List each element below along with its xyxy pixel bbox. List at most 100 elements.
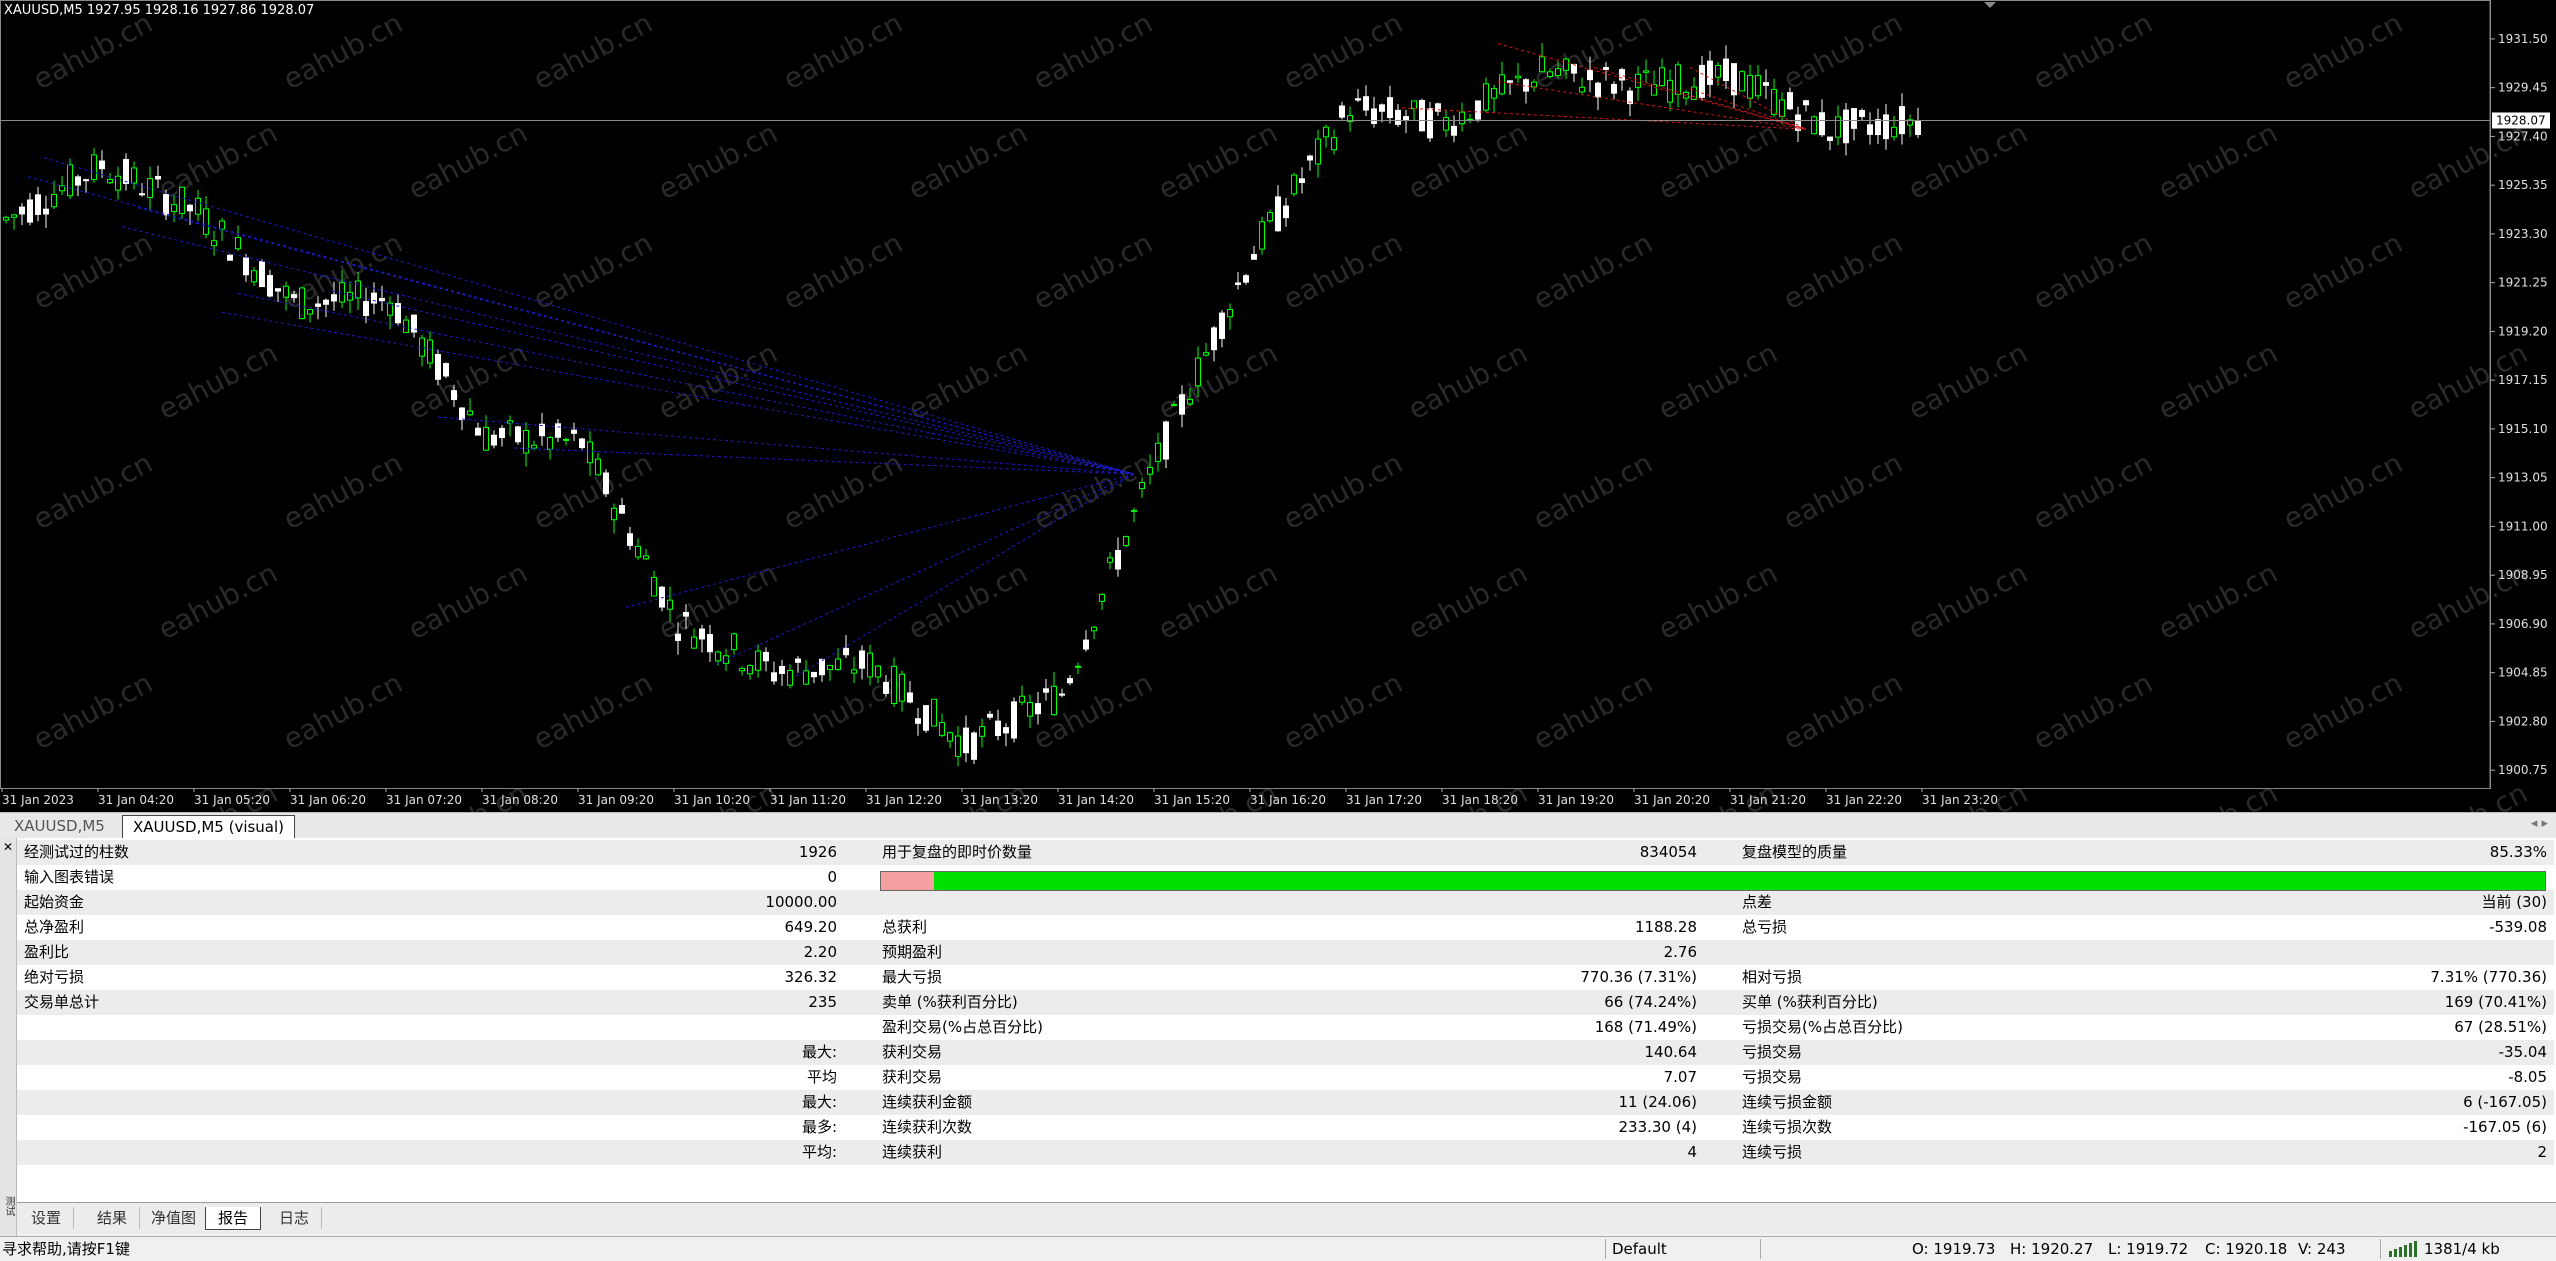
bull-candle bbox=[1331, 137, 1337, 151]
bear-candle bbox=[123, 159, 129, 185]
bear-candle bbox=[707, 634, 713, 653]
time-tick-label: 31 Jan 23:20 bbox=[1922, 793, 1998, 807]
watermark-text: eahub.cn bbox=[1653, 556, 1783, 646]
bear-candle bbox=[1451, 125, 1457, 136]
bull-candle bbox=[1291, 174, 1297, 195]
bull-candle bbox=[467, 410, 473, 416]
bull-candle bbox=[1539, 56, 1545, 73]
report-cell-v1: 649.20 bbox=[784, 918, 838, 936]
bear-candle bbox=[323, 299, 329, 305]
price-tick-label: 1929.45 bbox=[2498, 81, 2548, 95]
bull-candle bbox=[107, 178, 113, 184]
time-tick-label: 31 Jan 17:20 bbox=[1346, 793, 1422, 807]
bear-candle bbox=[923, 705, 929, 731]
status-traffic: 1381/4 kb bbox=[2424, 1240, 2500, 1258]
tab-results[interactable]: 结果 bbox=[85, 1207, 141, 1229]
price-tick-label: 1911.00 bbox=[2498, 519, 2548, 533]
status-profile[interactable]: Default bbox=[1612, 1239, 1667, 1259]
bull-candle bbox=[1203, 352, 1209, 356]
bull-candle bbox=[115, 175, 121, 191]
bull-candle bbox=[1771, 89, 1777, 115]
chart-tab-xauusd-visual[interactable]: XAUUSD,M5 (visual) bbox=[122, 815, 296, 838]
report-cell-v1: 平均 bbox=[806, 1068, 837, 1086]
bear-candle bbox=[1339, 105, 1345, 118]
tab-report[interactable]: 报告 bbox=[205, 1207, 262, 1230]
bull-candle bbox=[179, 186, 185, 214]
bull-candle bbox=[1643, 70, 1649, 73]
bear-candle bbox=[795, 658, 801, 663]
status-separator bbox=[2380, 1239, 2381, 1259]
tab-settings[interactable]: 设置 bbox=[19, 1207, 75, 1229]
bear-candle bbox=[459, 407, 465, 421]
report-cell-v1: 最多: bbox=[801, 1118, 837, 1136]
report-row: 平均 获利交易 7.07 亏损交易 -8.05 bbox=[17, 1065, 2554, 1090]
bear-candle bbox=[1387, 97, 1393, 118]
report-cell-v3: 85.33% bbox=[2489, 843, 2547, 861]
report-cell-v2: 11 (24.06) bbox=[1618, 1093, 1697, 1111]
bear-candle bbox=[1843, 109, 1849, 144]
bear-candle bbox=[1403, 116, 1409, 121]
bear-candle bbox=[1235, 282, 1241, 285]
report-row: 最大: 获利交易 140.64 亏损交易 -35.04 bbox=[17, 1040, 2554, 1065]
bear-candle bbox=[1067, 678, 1073, 684]
bear-candle bbox=[1587, 69, 1593, 81]
report-cell-v3: -35.04 bbox=[2498, 1043, 2547, 1061]
bull-candle bbox=[219, 220, 225, 230]
bull-candle bbox=[595, 458, 601, 476]
report-cell-v2: 1188.28 bbox=[1634, 918, 1697, 936]
report-cell-v3: 67 (28.51%) bbox=[2454, 1018, 2547, 1036]
tab-journal[interactable]: 日志 bbox=[267, 1207, 323, 1229]
bull-candle bbox=[1187, 398, 1193, 405]
candlestick-chart-svg[interactable]: eahub.cn eahub.cn eahub.cn eahub.cn eahub.cn… bbox=[0, 0, 2556, 812]
bear-candle bbox=[275, 288, 281, 292]
bear-candle bbox=[1251, 253, 1257, 260]
bull-candle bbox=[1075, 665, 1081, 668]
bear-candle bbox=[1275, 196, 1281, 232]
price-chart[interactable]: eahub.cn eahub.cn eahub.cn eahub.cn eahub.cn… bbox=[0, 0, 2556, 812]
bear-candle bbox=[1379, 104, 1385, 112]
close-icon[interactable]: ✕ bbox=[3, 840, 13, 854]
watermark-text: eahub.cn bbox=[1028, 666, 1158, 756]
bear-candle bbox=[819, 658, 825, 676]
bear-candle bbox=[1115, 549, 1121, 570]
bear-candle bbox=[19, 206, 25, 215]
watermark-text: eahub.cn bbox=[278, 6, 408, 96]
bear-candle bbox=[987, 713, 993, 718]
bear-candle bbox=[227, 254, 233, 261]
bear-candle bbox=[1603, 67, 1609, 70]
bull-candle bbox=[1555, 68, 1561, 76]
report-row: 最多: 连续获利次数 233.30 (4) 连续亏损次数 -167.05 (6) bbox=[17, 1115, 2554, 1140]
bear-candle bbox=[883, 681, 889, 694]
report-cell-v3: 2 bbox=[2537, 1143, 2547, 1161]
watermark-text: eahub.cn bbox=[903, 116, 1033, 206]
price-tick-label: 1917.15 bbox=[2498, 373, 2548, 387]
bull-candle bbox=[547, 437, 553, 450]
chart-tab-xauusd[interactable]: XAUUSD,M5 bbox=[4, 815, 115, 837]
tab-scroll-arrows-icon[interactable]: ◂ ▸ bbox=[2531, 816, 2548, 831]
buy-trade-line bbox=[237, 292, 1135, 475]
bear-candle bbox=[1219, 312, 1225, 339]
bear-candle bbox=[83, 179, 89, 182]
bear-candle bbox=[1371, 108, 1377, 125]
bull-candle bbox=[715, 651, 721, 662]
bull-candle bbox=[1547, 71, 1553, 78]
bull-candle bbox=[1659, 67, 1665, 87]
watermark-text: eahub.cn bbox=[778, 226, 908, 316]
watermark-text: eahub.cn bbox=[2278, 6, 2408, 96]
status-separator bbox=[1760, 1239, 1761, 1259]
bull-candle bbox=[875, 665, 881, 678]
watermark-text: eahub.cn bbox=[1653, 336, 1783, 426]
bear-candle bbox=[1707, 60, 1713, 85]
watermark-text: eahub.cn bbox=[1403, 336, 1533, 426]
bull-candle bbox=[1675, 64, 1681, 95]
tab-equity-graph[interactable]: 净值图 bbox=[139, 1207, 210, 1229]
bear-candle bbox=[1827, 136, 1833, 141]
watermark-text: eahub.cn bbox=[528, 6, 658, 96]
price-tick-label: 1908.95 bbox=[2498, 568, 2548, 582]
price-tick-label: 1931.50 bbox=[2498, 32, 2548, 46]
watermark-text: eahub.cn bbox=[1528, 226, 1658, 316]
bull-candle bbox=[131, 167, 137, 184]
bull-candle bbox=[651, 576, 657, 597]
buy-trade-line bbox=[625, 473, 1135, 608]
tester-side-strip: ✕ bbox=[0, 838, 17, 1238]
